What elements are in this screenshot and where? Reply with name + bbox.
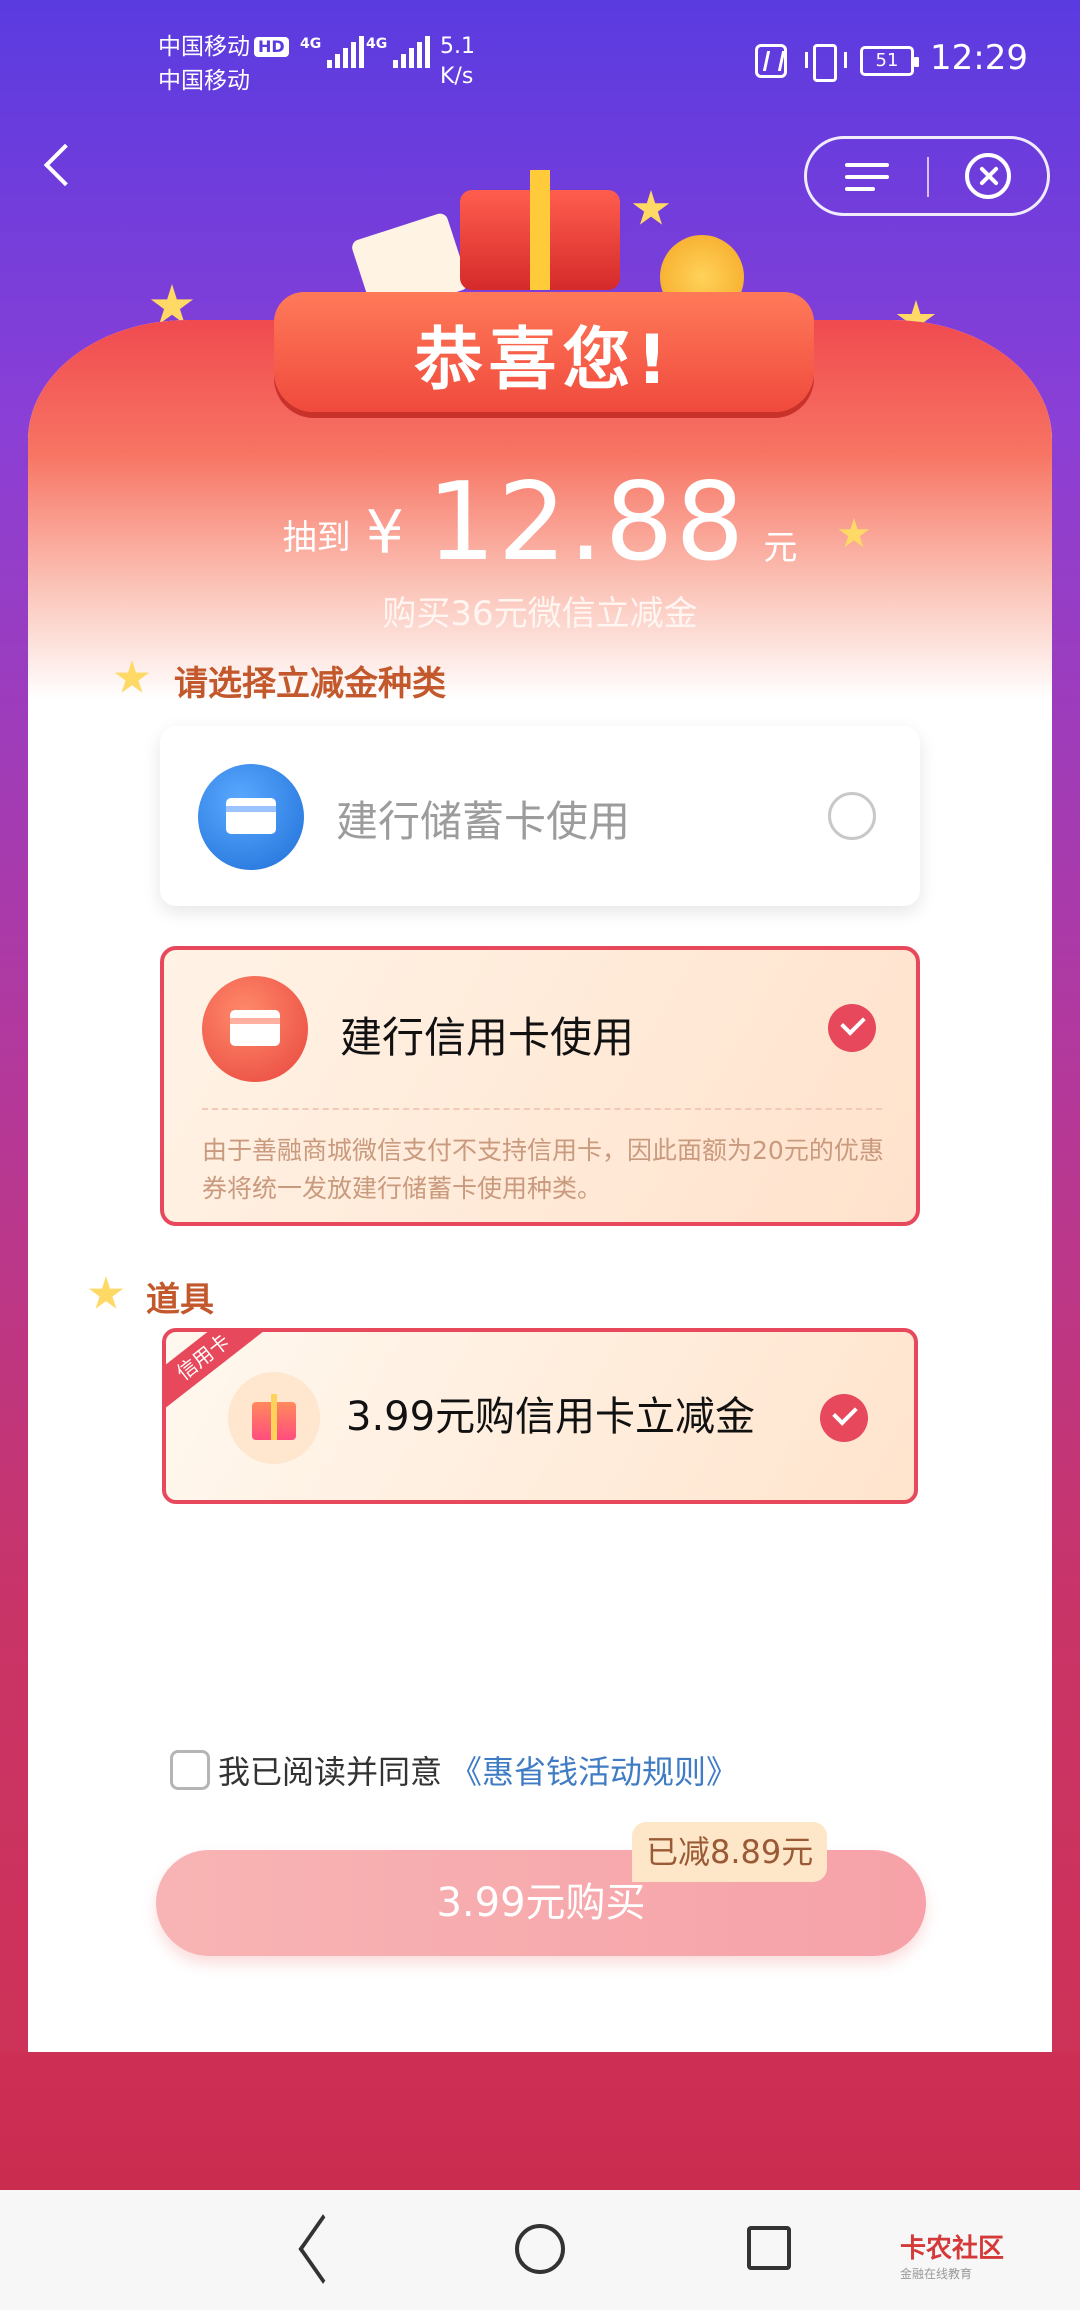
network-type-2: 4G (366, 36, 388, 52)
prize-unit: 元 (763, 528, 798, 568)
star-icon (632, 190, 670, 225)
banner-title: 恭喜您! (414, 321, 674, 400)
menu-icon[interactable] (845, 161, 889, 193)
bottom-background (0, 2052, 1080, 2190)
network-speed-value: 5.1 (440, 34, 475, 59)
status-bar: 中国移动 HD 中国移动 4G 4G 5.1 K/s 51 12:29 (0, 0, 1080, 120)
option-label: 建行储蓄卡使用 (336, 797, 631, 846)
discount-badge: 已减8.89元 (632, 1822, 828, 1882)
watermark-logo: 卡农社区 金融在线教育 (900, 2228, 1004, 2282)
clock: 12:29 (930, 38, 1028, 78)
square-recent-icon[interactable] (747, 2226, 791, 2270)
carrier-1: 中国移动 (158, 34, 250, 60)
close-circle-icon[interactable] (965, 153, 1011, 199)
prize-currency: ¥ (365, 498, 404, 568)
carrier-2: 中国移动 (158, 68, 250, 94)
radio-unchecked[interactable] (828, 792, 876, 840)
system-nav-bar: 卡农社区 金融在线教育 (0, 2190, 1080, 2310)
agreement-row: 我已阅读并同意 《惠省钱活动规则》 (170, 1748, 738, 1792)
gift-box-decoration (460, 170, 620, 290)
prop-label: 3.99元购信用卡立减金 (346, 1394, 756, 1440)
signal-icon-2: 4G (366, 36, 431, 68)
option-credit-card[interactable]: 建行信用卡使用 由于善融商城微信支付不支持信用卡，因此面额为20元的优惠券将统一… (160, 946, 920, 1226)
dashed-divider (202, 1108, 882, 1110)
prize-prefix: 抽到 (282, 518, 351, 558)
vibrate-icon (803, 44, 847, 82)
option-debit-card[interactable]: 建行储蓄卡使用 (160, 726, 920, 906)
hd-badge: HD (254, 37, 289, 57)
capsule-divider (927, 157, 929, 197)
bank-card-icon (198, 764, 304, 870)
watermark-subtext: 金融在线教育 (900, 2267, 973, 2281)
network-speed: 5.1 K/s (440, 32, 475, 92)
agreement-text: 我已阅读并同意 (218, 1753, 443, 1791)
check-icon[interactable] (820, 1394, 868, 1442)
agreement-checkbox[interactable] (170, 1750, 210, 1790)
prize-amount-line: 抽到 ¥ 12.88 元 (0, 460, 1080, 585)
option-label: 建行信用卡使用 (340, 1013, 635, 1062)
network-type-1: 4G (300, 36, 322, 52)
prop-item-card[interactable]: 信用卡 3.99元购信用卡立减金 (162, 1328, 918, 1504)
option-note: 由于善融商城微信支付不支持信用卡，因此面额为20元的优惠券将统一发放建行储蓄卡使… (202, 1136, 884, 1203)
back-button[interactable] (36, 136, 86, 196)
carrier-info: 中国移动 HD 中国移动 (158, 30, 289, 98)
gift-icon (228, 1372, 320, 1464)
check-icon[interactable] (828, 1004, 876, 1052)
watermark-text: 卡农社区 (900, 2234, 1005, 2264)
mini-program-capsule (804, 136, 1050, 216)
rules-link[interactable]: 《惠省钱活动规则》 (450, 1747, 738, 1793)
battery-icon: 51 (860, 46, 919, 76)
signal-icon-1: 4G (300, 36, 365, 68)
choose-section-title: 请选择立减金种类 (174, 664, 446, 704)
prize-amount: 12.88 (427, 460, 747, 585)
nfc-icon (755, 44, 787, 78)
prize-subtitle: 购买36元微信立减金 (382, 594, 698, 634)
bank-card-icon (202, 976, 308, 1082)
congrats-banner: 恭喜您! (274, 282, 814, 430)
props-section-title: 道具 (146, 1280, 214, 1320)
circle-home-icon[interactable] (515, 2224, 565, 2274)
triangle-back-icon[interactable] (290, 2220, 340, 2276)
network-speed-unit: K/s (440, 64, 474, 89)
